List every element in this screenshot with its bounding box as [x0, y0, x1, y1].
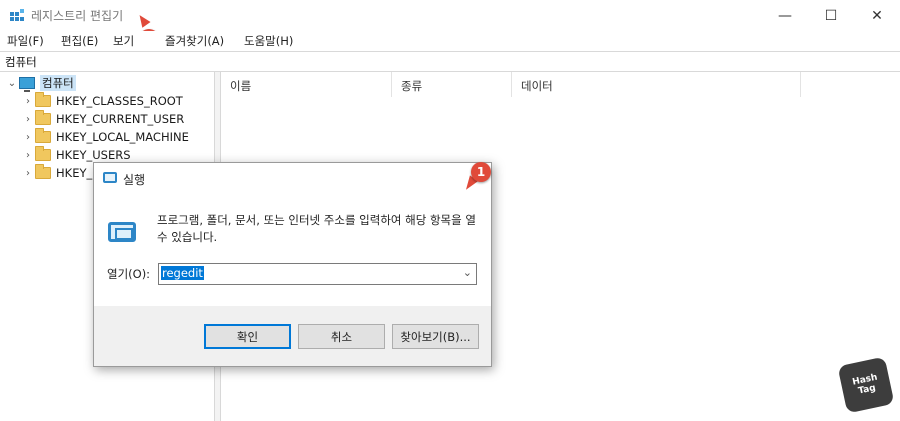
run-dialog: 실행 프로그램, 폴더, 문서, 또는 인터넷 주소를 입력하여 해당 항목을 …	[93, 162, 492, 367]
folder-icon	[35, 110, 51, 125]
tree-item-label: HKEY_LOCAL_MACHINE	[56, 130, 189, 144]
run-dialog-titlebar: 실행	[94, 163, 491, 194]
tree-item-hkcu[interactable]: › HKEY_CURRENT_USER	[21, 110, 184, 128]
folder-icon	[35, 164, 51, 179]
hashtag-watermark-logo: Hash Tag	[837, 356, 895, 414]
tree-item-label: HKEY_CURRENT_USER	[56, 112, 185, 126]
open-combobox[interactable]: regedit ⌄	[158, 263, 477, 285]
registry-editor-icon	[10, 9, 24, 21]
chevron-down-icon[interactable]: ⌄	[5, 78, 19, 89]
run-dialog-body: 프로그램, 폴더, 문서, 또는 인터넷 주소를 입력하여 해당 항목을 열 수…	[94, 194, 491, 306]
browse-button[interactable]: 찾아보기(B)...	[392, 324, 479, 349]
ok-button[interactable]: 확인	[204, 324, 291, 349]
maximize-button[interactable]: ☐	[808, 0, 854, 31]
watermark-line-2: Tag	[857, 383, 877, 397]
menu-view[interactable]: 보기	[113, 33, 134, 49]
run-dialog-footer: 확인 취소 찾아보기(B)...	[94, 306, 491, 366]
tree-root[interactable]: ⌄ 컴퓨터	[5, 74, 76, 92]
minimize-button[interactable]: —	[762, 0, 808, 31]
cancel-button[interactable]: 취소	[298, 324, 385, 349]
open-input-value[interactable]: regedit	[161, 266, 204, 280]
column-header-data[interactable]: 데이터	[512, 72, 801, 97]
column-header-name[interactable]: 이름	[221, 72, 392, 97]
step-1-badge: 1	[471, 162, 491, 182]
menu-edit[interactable]: 편집(E)	[61, 33, 98, 49]
chevron-right-icon[interactable]: ›	[21, 96, 35, 107]
menu-bar: 파일(F) 편집(E) 보기 즐겨찾기(A) 도움말(H)	[0, 31, 900, 51]
run-program-icon	[108, 222, 136, 242]
chevron-down-icon[interactable]: ⌄	[463, 266, 472, 279]
menu-help[interactable]: 도움말(H)	[244, 33, 293, 49]
tree-item-hkcc[interactable]: › HKEY_	[21, 164, 92, 182]
folder-icon	[35, 92, 51, 107]
window-title: 레지스트리 편집기	[31, 9, 124, 23]
close-icon: ✕	[871, 7, 883, 24]
title-bar: 레지스트리 편집기 — ☐ ✕	[0, 0, 900, 31]
minimize-icon: —	[778, 7, 792, 24]
run-description: 프로그램, 폴더, 문서, 또는 인터넷 주소를 입력하여 해당 항목을 열 수…	[157, 213, 476, 244]
run-dialog-title: 실행	[123, 173, 146, 187]
chevron-right-icon[interactable]: ›	[21, 114, 35, 125]
menu-favorites[interactable]: 즐겨찾기(A)	[165, 33, 224, 49]
chevron-right-icon[interactable]: ›	[21, 132, 35, 143]
chevron-right-icon[interactable]: ›	[21, 150, 35, 161]
tree-item-label: HKEY_USERS	[56, 148, 131, 162]
address-bar[interactable]: 컴퓨터	[0, 51, 900, 72]
maximize-icon: ☐	[824, 7, 838, 24]
tree-item-hklm[interactable]: › HKEY_LOCAL_MACHINE	[21, 128, 189, 146]
close-button[interactable]: ✕	[854, 0, 900, 31]
column-header-type[interactable]: 종류	[392, 72, 512, 97]
chevron-right-icon[interactable]: ›	[21, 168, 35, 179]
folder-icon	[35, 128, 51, 143]
run-icon	[103, 172, 117, 183]
address-path: 컴퓨터	[5, 55, 37, 69]
folder-icon	[35, 146, 51, 161]
menu-file[interactable]: 파일(F)	[7, 33, 44, 49]
tree-item-label: HKEY_CLASSES_ROOT	[56, 94, 183, 108]
open-label: 열기(O):	[107, 267, 151, 281]
tree-root-label: 컴퓨터	[40, 75, 76, 91]
computer-icon	[19, 77, 35, 92]
tree-item-label: HKEY_	[56, 166, 93, 180]
tree-item-hkcr[interactable]: › HKEY_CLASSES_ROOT	[21, 92, 183, 110]
